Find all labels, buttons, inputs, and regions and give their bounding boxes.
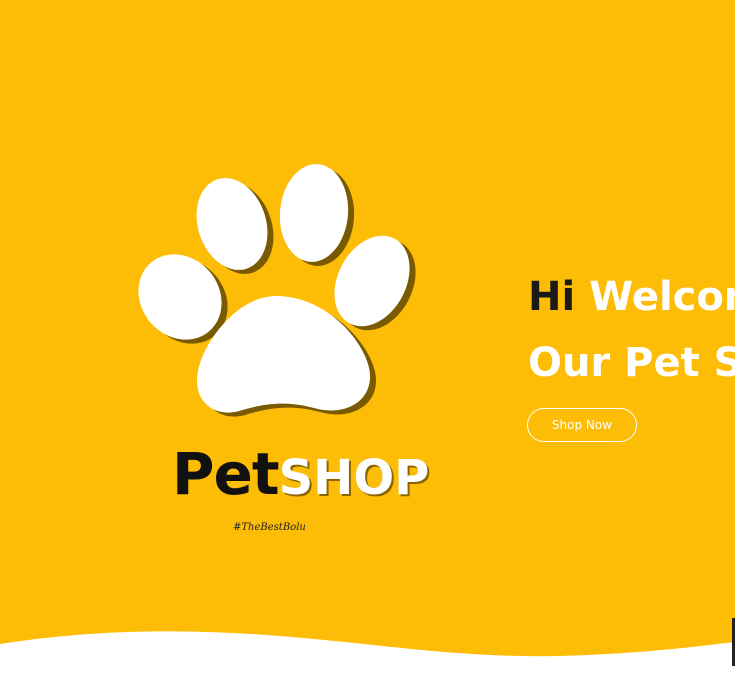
paw-icon (138, 164, 416, 417)
pet-shop-logo: PetSHOP #TheBestBolu (130, 160, 430, 550)
headline-line-2: Our Pet Shop (528, 340, 735, 386)
welcome-headline: Hi Welcome to Our Pet Shop (528, 264, 735, 396)
brand-shop-text: SHOP (278, 450, 430, 506)
brand-tagline: #TheBestBolu (233, 522, 306, 533)
headline-hi: Hi (528, 274, 576, 320)
bottom-wave-divider (0, 631, 735, 681)
headline-line-1: Hi Welcome to (528, 264, 735, 330)
headline-welcome: Welcome to (589, 274, 735, 320)
brand-pet-text: Pet (172, 440, 280, 508)
brand-name: PetSHOP (172, 445, 429, 503)
shop-now-button[interactable]: Shop Now (527, 408, 637, 442)
hero-section: PetSHOP #TheBestBolu Hi Welcome to Our P… (0, 0, 735, 681)
